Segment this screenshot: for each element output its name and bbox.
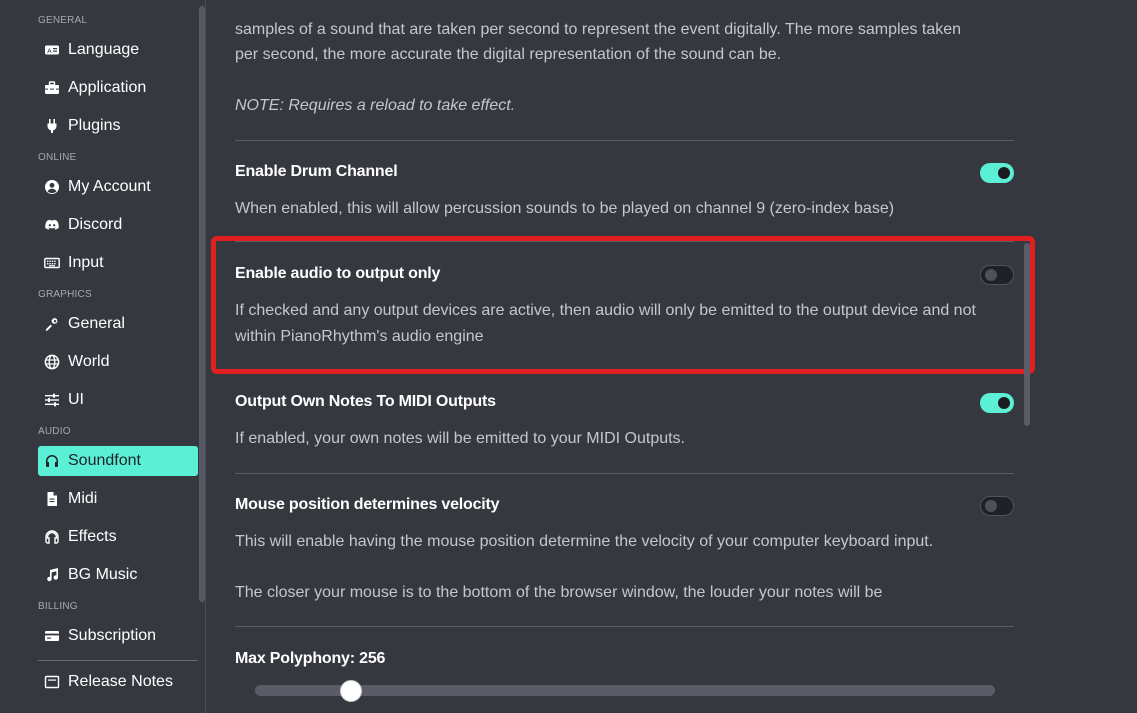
toggle-knob	[998, 167, 1010, 179]
toolbox-icon	[43, 79, 61, 97]
sidebar-item-subscription[interactable]: Subscription	[38, 621, 198, 651]
section-head-billing: BILLING	[38, 601, 78, 612]
sidebar-item-input[interactable]: Input	[38, 248, 198, 278]
section-divider	[235, 140, 1014, 141]
sidebar-item-soundfont[interactable]: Soundfont	[38, 446, 198, 476]
headphones-icon	[43, 528, 61, 546]
headphones-icon	[43, 452, 61, 470]
setting-desc-audio-output-only: If checked and any output devices are ac…	[235, 302, 976, 345]
language-icon: A	[43, 41, 61, 59]
setting-title-own-notes-midi: Output Own Notes To MIDI Outputs	[235, 393, 496, 410]
sidebar-scrollbar[interactable]	[199, 6, 205, 602]
setting-desc-drum-channel: When enabled, this will allow percussion…	[235, 200, 895, 217]
reload-note: NOTE: Requires a reload to take effect.	[235, 97, 516, 114]
sidebar-item-label: Subscription	[68, 627, 157, 644]
sidebar-item-release-notes[interactable]: Release Notes	[38, 667, 198, 697]
globe-icon	[43, 353, 61, 371]
sidebar-item-label: World	[68, 353, 110, 370]
toggle-own-notes-midi[interactable]	[980, 393, 1014, 413]
sidebar-divider	[38, 660, 198, 661]
sidebar-item-label: Input	[68, 254, 104, 271]
setting-title-mouse-velocity: Mouse position determines velocity	[235, 496, 500, 513]
sidebar-item-label: Language	[68, 41, 140, 58]
toggle-mouse-velocity[interactable]	[980, 496, 1014, 516]
section-head-general: GENERAL	[38, 15, 88, 26]
sidebar-item-label: Effects	[68, 528, 117, 545]
sidebar-item-language[interactable]: A Language	[38, 35, 198, 65]
toggle-drum-channel[interactable]	[980, 163, 1014, 183]
sliders-icon	[43, 391, 61, 409]
settings-window: GENERAL A Language Application Plugins O…	[0, 0, 1137, 713]
account-icon	[43, 178, 61, 196]
sidebar-item-world[interactable]: World	[38, 347, 198, 377]
music-note-icon	[43, 566, 61, 584]
max-polyphony-slider-thumb[interactable]	[340, 680, 363, 702]
sidebar-item-label: Release Notes	[68, 673, 173, 690]
section-head-online: ONLINE	[38, 152, 77, 163]
sidebar-item-label: UI	[68, 391, 84, 408]
gear-wrench-icon	[43, 315, 61, 333]
sidebar-item-application[interactable]: Application	[38, 73, 198, 103]
sidebar-item-plugins[interactable]: Plugins	[38, 111, 198, 141]
discord-icon	[43, 216, 61, 234]
toggle-knob	[985, 269, 997, 281]
toggle-knob	[985, 500, 997, 512]
section-divider	[235, 626, 1014, 627]
sidebar-item-bg-music[interactable]: BG Music	[38, 560, 198, 590]
sidebar-item-my-account[interactable]: My Account	[38, 172, 198, 202]
sidebar-item-label: General	[68, 315, 125, 332]
max-polyphony-slider-track[interactable]	[255, 685, 995, 696]
sidebar-item-label: Plugins	[68, 117, 121, 134]
sidebar-item-label: Midi	[68, 490, 98, 507]
setting-title-audio-output-only: Enable audio to output only	[235, 265, 441, 282]
svg-text:A: A	[47, 47, 52, 55]
setting-title-max-polyphony: Max Polyphony: 256	[235, 650, 386, 667]
card-icon	[43, 627, 61, 645]
setting-desc-mouse-velocity: This will enable having the mouse positi…	[235, 533, 934, 550]
section-divider	[235, 473, 1014, 474]
sidebar-item-general[interactable]: General	[38, 309, 198, 339]
sample-rate-description-cont: per second, the more accurate the digita…	[235, 46, 782, 63]
setting-desc-mouse-velocity-2: The closer your mouse is to the bottom o…	[235, 584, 883, 601]
sidebar-item-ui[interactable]: UI	[38, 385, 198, 415]
notes-icon	[43, 673, 61, 691]
sidebar-item-label: Soundfont	[68, 452, 141, 469]
content-scrollbar[interactable]	[1024, 243, 1030, 426]
setting-desc-own-notes-midi: If enabled, your own notes will be emitt…	[235, 430, 685, 447]
sidebar-item-label: BG Music	[68, 566, 138, 583]
section-head-audio: AUDIO	[38, 426, 71, 437]
keyboard-icon	[43, 254, 61, 272]
section-head-graphics: GRAPHICS	[38, 289, 92, 300]
toggle-knob	[998, 397, 1010, 409]
sidebar-item-midi[interactable]: Midi	[38, 484, 198, 514]
sidebar-item-label: Application	[68, 79, 147, 96]
settings-sidebar: GENERAL A Language Application Plugins O…	[0, 0, 206, 713]
sidebar-item-discord[interactable]: Discord	[38, 210, 198, 240]
file-icon	[43, 490, 61, 508]
toggle-audio-output-only[interactable]	[980, 265, 1014, 285]
sidebar-item-effects[interactable]: Effects	[38, 522, 198, 552]
settings-content: samples of a sound that are taken per se…	[207, 0, 1137, 713]
sidebar-item-label: My Account	[68, 178, 151, 195]
sample-rate-description: samples of a sound that are taken per se…	[235, 21, 962, 38]
plug-icon	[43, 117, 61, 135]
setting-title-drum-channel: Enable Drum Channel	[235, 163, 398, 180]
section-divider	[235, 241, 1014, 242]
sidebar-item-label: Discord	[68, 216, 123, 233]
